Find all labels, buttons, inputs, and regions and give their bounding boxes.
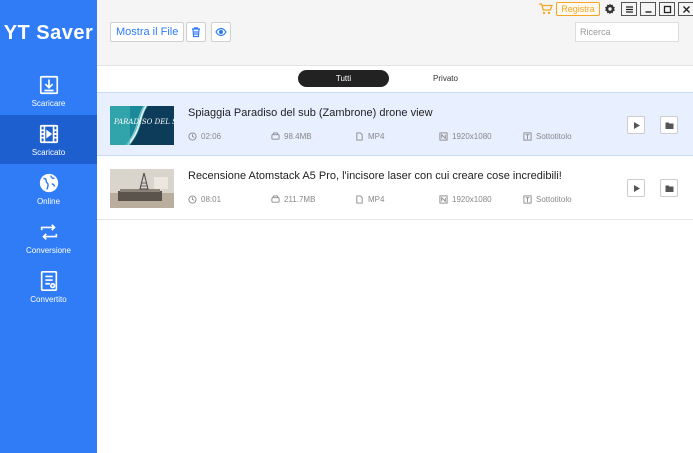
sidebar-item-conversione[interactable]: Conversione: [0, 213, 97, 262]
video-title: Spiaggia Paradiso del sub (Zambrone) dro…: [188, 107, 433, 119]
sidebar-item-label: Convertito: [30, 294, 67, 304]
tab-tutti[interactable]: Tutti: [298, 70, 389, 87]
file-icon: [356, 195, 363, 204]
sidebar-item-convertito[interactable]: Convertito: [0, 262, 97, 311]
register-button[interactable]: Registra: [556, 2, 600, 16]
globe-icon: [39, 173, 58, 192]
table-row[interactable]: Recensione Atomstack A5 Pro, l'incisore …: [97, 156, 693, 220]
show-file-button[interactable]: Mostra il File: [110, 22, 185, 42]
folder-icon: [665, 185, 673, 192]
close-icon: [682, 5, 690, 13]
open-folder-button[interactable]: [660, 116, 678, 134]
sidebar-item-label: Scaricato: [31, 147, 66, 157]
maximize-button[interactable]: [659, 2, 675, 16]
cart-icon[interactable]: [539, 3, 553, 15]
video-thumbnail: PARADISO DEL SUB: [110, 106, 174, 145]
thumbnail-title: PARADISO DEL SUB: [113, 118, 174, 126]
top-toolbar: Mostra il File Registra: [97, 0, 693, 66]
harddisk-icon: [271, 195, 280, 203]
subtitle-icon: [523, 132, 532, 141]
sidebar-item-label: Scaricare: [31, 98, 66, 108]
resolution: 1920x1080: [439, 132, 492, 141]
sidebar-item-label: Conversione: [26, 245, 71, 255]
resolution-icon: [439, 132, 448, 141]
document-icon: [40, 270, 57, 291]
sidebar-item-online[interactable]: Online: [0, 164, 97, 213]
subtitle: Sottotitolo: [523, 195, 572, 204]
filter-tabs: Tutti Privato: [97, 66, 693, 92]
play-icon: [633, 184, 640, 192]
open-folder-button[interactable]: [660, 179, 678, 197]
clock-icon: [188, 195, 197, 204]
preview-button[interactable]: [211, 22, 231, 42]
download-icon: [39, 75, 58, 94]
trash-icon: [192, 27, 200, 38]
subtitle: Sottotitolo: [523, 132, 572, 141]
harddisk-icon: [271, 132, 280, 140]
film-icon: [39, 124, 58, 143]
sidebar-item-label: Online: [36, 196, 61, 206]
play-icon: [633, 121, 640, 129]
search-input[interactable]: [575, 22, 679, 42]
minimize-icon: [645, 10, 651, 13]
sidebar-item-scaricato[interactable]: Scaricato: [0, 115, 97, 164]
file-format: MP4: [355, 132, 384, 141]
play-button[interactable]: [627, 179, 645, 197]
gear-icon[interactable]: [604, 3, 616, 15]
folder-icon: [665, 122, 673, 129]
close-button[interactable]: [678, 2, 693, 16]
tab-privato[interactable]: Privato: [400, 70, 491, 87]
resolution: 1920x1080: [439, 195, 492, 204]
video-thumbnail: [110, 169, 174, 208]
menu-button[interactable]: [621, 2, 637, 16]
minimize-button[interactable]: [640, 2, 656, 16]
convert-icon: [40, 223, 57, 240]
maximize-icon: [663, 5, 671, 13]
delete-button[interactable]: [186, 22, 206, 42]
sidebar: YT Saver Scaricare Scaricato Online Conv…: [0, 0, 97, 453]
video-list: PARADISO DEL SUB Spiaggia Paradiso del s…: [97, 92, 693, 220]
app-logo: YT Saver: [3, 21, 94, 44]
video-title: Recensione Atomstack A5 Pro, l'incisore …: [188, 170, 562, 182]
play-button[interactable]: [627, 116, 645, 134]
eye-icon: [215, 27, 227, 37]
clock-icon: [188, 132, 197, 141]
file-icon: [356, 132, 363, 141]
table-row[interactable]: PARADISO DEL SUB Spiaggia Paradiso del s…: [97, 92, 693, 156]
duration: 02:06: [188, 132, 221, 141]
menu-icon: [625, 5, 633, 13]
file-size: 211.7MB: [271, 195, 315, 204]
duration: 08:01: [188, 195, 221, 204]
sidebar-item-scaricare[interactable]: Scaricare: [0, 66, 97, 115]
file-format: MP4: [355, 195, 384, 204]
subtitle-icon: [523, 195, 532, 204]
resolution-icon: [439, 195, 448, 204]
file-size: 98.4MB: [271, 132, 312, 141]
